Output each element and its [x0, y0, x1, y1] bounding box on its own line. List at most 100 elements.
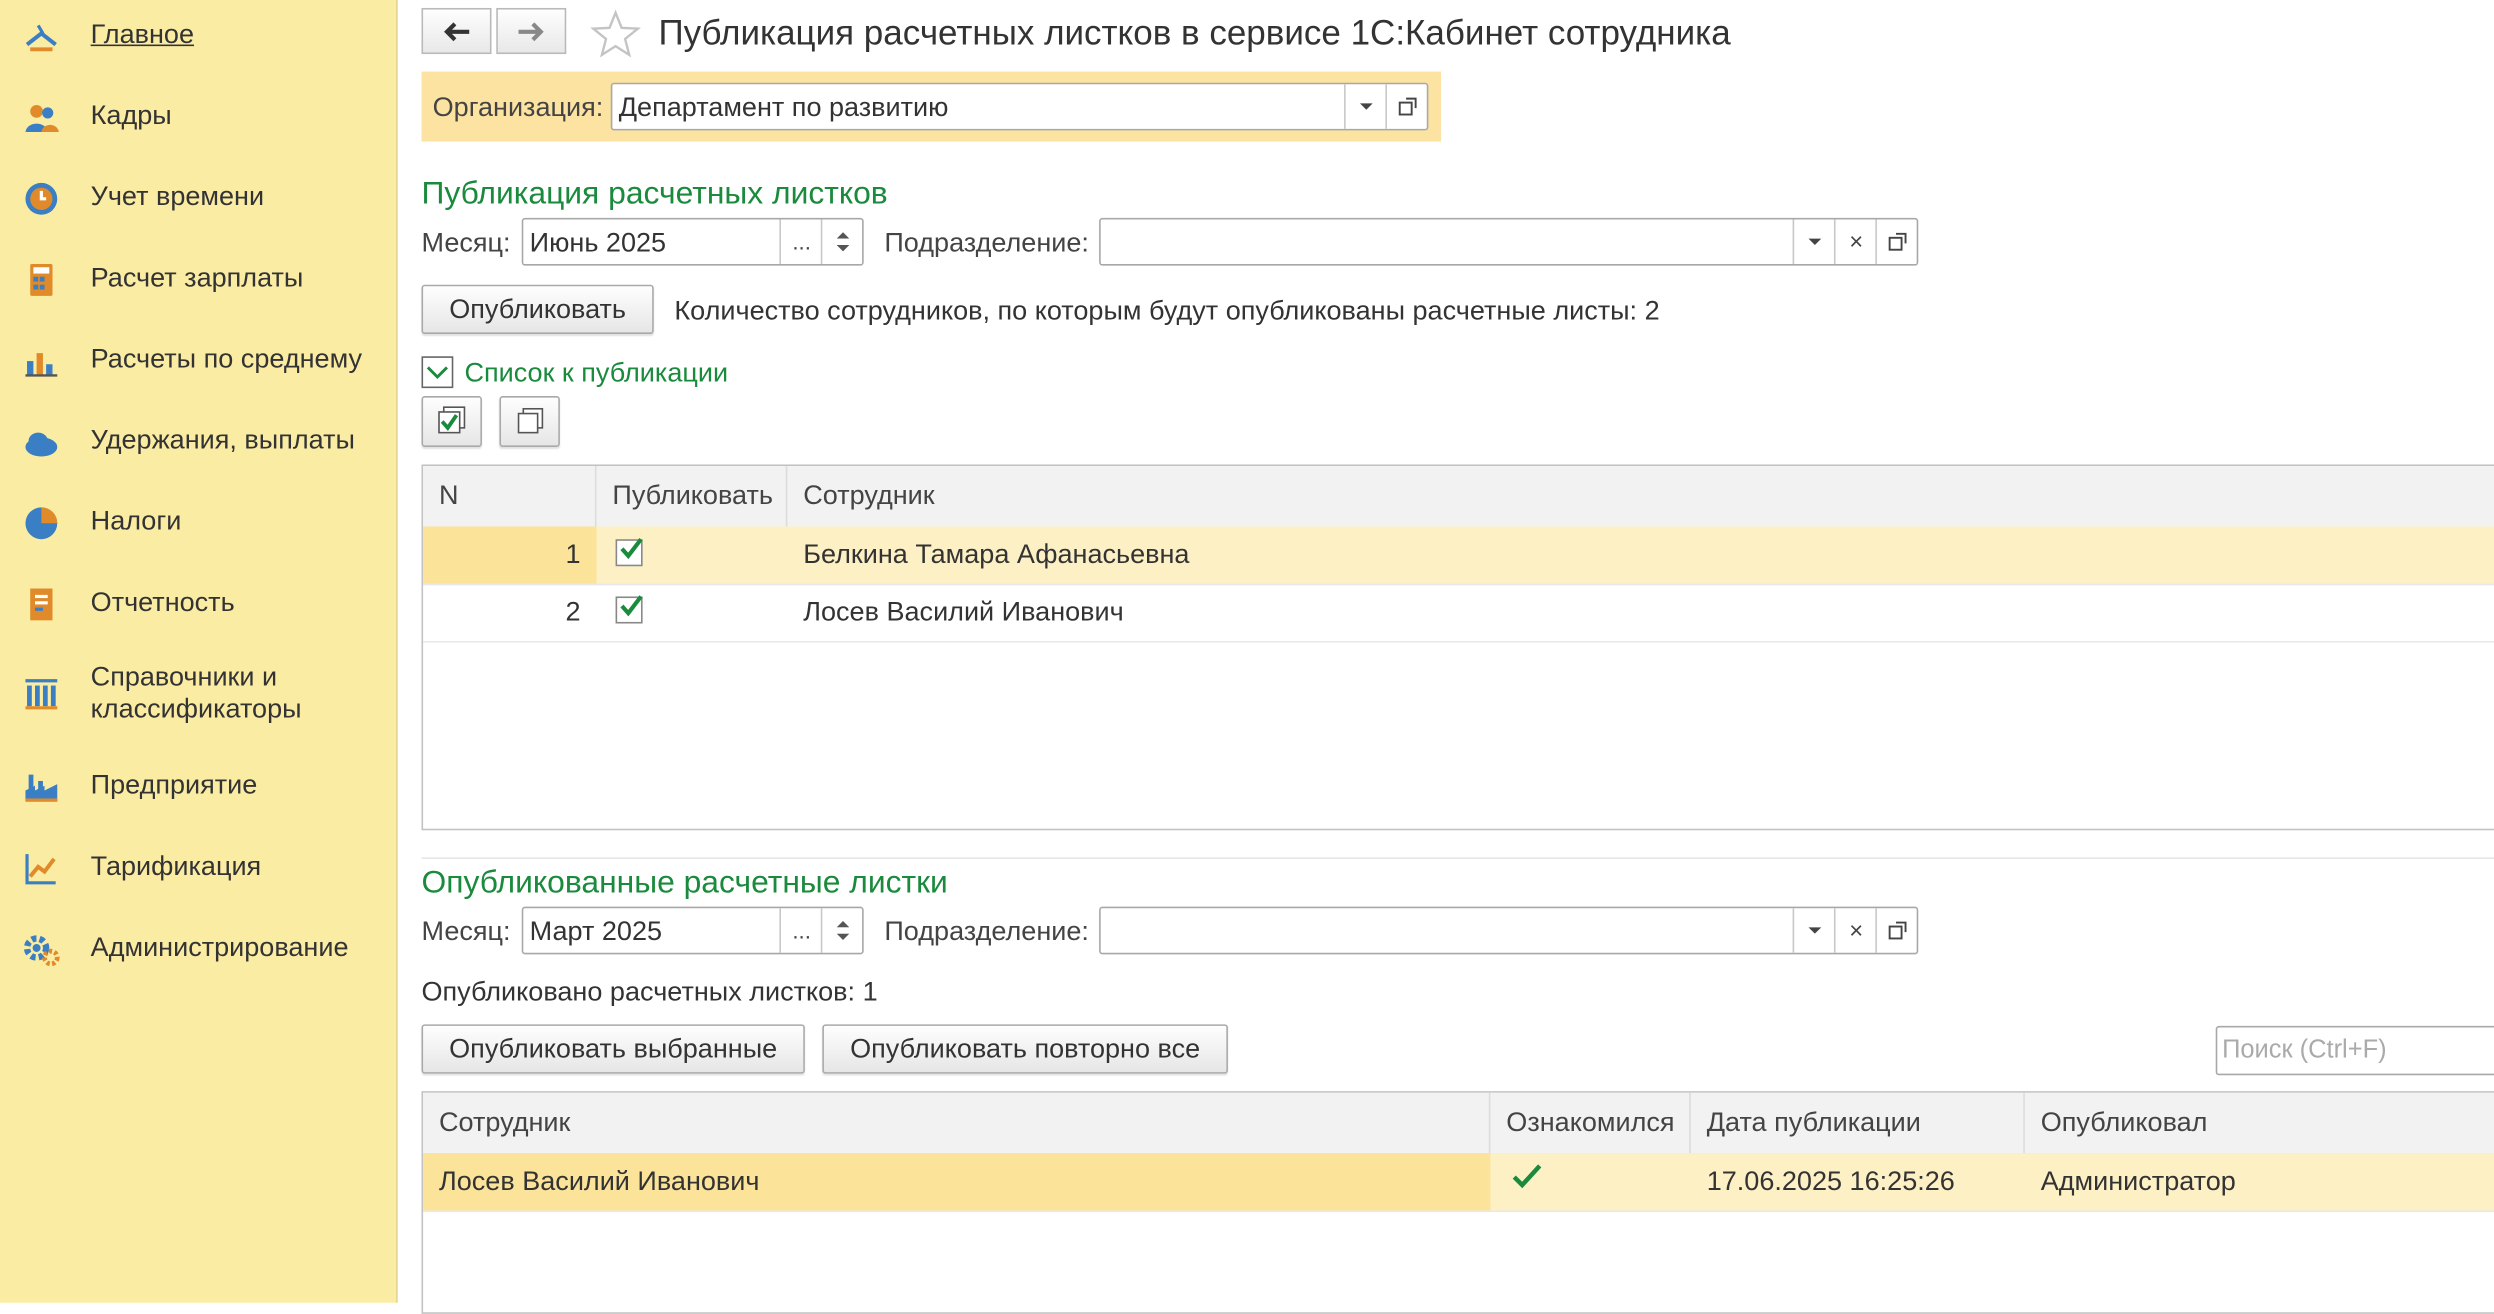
organization-bar: Организация: Департамент по развитию [421, 71, 1442, 142]
sidebar-item-label: Удержания, выплаты [90, 424, 355, 455]
published-month-spinner[interactable] [820, 908, 864, 953]
published-table: Сотрудник Ознакомился Дата публикации Оп… [421, 1091, 2494, 1314]
column-header-publication-date[interactable]: Дата публикации [1691, 1092, 2025, 1154]
report-icon [30, 588, 53, 621]
open-window-icon [1888, 232, 1907, 251]
organization-open-button[interactable] [1385, 84, 1428, 129]
open-window-icon [1398, 97, 1417, 116]
uncheck-all-icon [517, 407, 544, 434]
chevron-down-icon [1808, 238, 1822, 245]
column-header-n[interactable]: N [423, 466, 597, 527]
check-all-button[interactable] [421, 396, 482, 447]
published-month-field[interactable]: Март 2025 ... [521, 906, 864, 955]
table-row[interactable]: Лосев Василий Иванович 17.06.2025 16:25:… [423, 1153, 2494, 1213]
table-row[interactable]: 1 Белкина Тамара Афанасьевна [423, 526, 2494, 586]
page-title: Публикация расчетных листков в сервисе 1… [658, 12, 1731, 53]
ellipsis-icon: ... [792, 917, 811, 944]
bar-chart-icon [25, 353, 58, 377]
main-content: Публикация расчетных листков в сервисе 1… [398, 0, 2494, 1314]
uncheck-all-button[interactable] [499, 396, 560, 447]
published-department-open-button[interactable] [1875, 908, 1918, 953]
publish-checkbox[interactable] [615, 537, 643, 567]
published-department-field[interactable]: × [1099, 906, 1919, 955]
organization-dropdown-button[interactable] [1344, 84, 1387, 129]
published-month-label: Месяц: [421, 916, 511, 947]
sidebar-item-label: Налоги [90, 505, 182, 537]
sidebar-item-label: Справочники и [90, 661, 278, 692]
tariff-icon [25, 854, 56, 885]
divider [421, 857, 2494, 859]
republish-all-button[interactable]: Опубликовать повторно все [822, 1024, 1228, 1074]
sidebar-item-label: Кадры [90, 100, 172, 131]
published-count-text: Опубликовано расчетных листков: 1 [421, 976, 878, 1007]
spin-up-icon [836, 920, 850, 928]
back-button[interactable] [421, 7, 492, 55]
sidebar-item-label: Администрирование [90, 932, 349, 963]
published-month-value: Март 2025 [529, 916, 663, 947]
publication-month-value: Июнь 2025 [529, 227, 667, 258]
sidebar-item-label-2: классификаторы [90, 693, 302, 724]
sidebar-item-label: Расчет зарплаты [90, 262, 304, 293]
published-department-clear-button[interactable]: × [1833, 908, 1877, 953]
arrow-left-icon [444, 21, 470, 41]
list-toggle-checkbox[interactable] [421, 356, 454, 389]
publication-department-label: Подразделение: [884, 227, 1089, 258]
published-department-dropdown-button[interactable] [1792, 908, 1836, 953]
sidebar-item-label: Отчетность [90, 586, 235, 618]
publication-date: 17.06.2025 16:25:26 [1706, 1165, 1955, 1197]
column-header-publish[interactable]: Публиковать [596, 466, 788, 527]
chevron-down-icon [1808, 927, 1822, 934]
list-toggle-label[interactable]: Список к публикации [464, 358, 728, 390]
publication-month-label: Месяц: [421, 227, 511, 258]
sidebar-item-label: Учет времени [90, 181, 265, 212]
organization-field[interactable]: Департамент по развитию [610, 82, 1429, 131]
search-placeholder: Поиск (Ctrl+F) [2222, 1037, 2387, 1065]
publish-button[interactable]: Опубликовать [421, 284, 654, 335]
publication-department-open-button[interactable] [1875, 219, 1918, 265]
row-number: 2 [565, 596, 581, 627]
row-number: 1 [423, 526, 597, 584]
employee-name: Лосев Василий Иванович [803, 596, 1124, 627]
published-section-title: Опубликованные расчетные листки [421, 865, 948, 901]
ellipsis-icon: ... [792, 229, 811, 255]
column-header-acknowledged[interactable]: Ознакомился [1490, 1092, 1691, 1154]
close-icon: × [1849, 228, 1864, 256]
forward-button[interactable] [496, 7, 567, 55]
home-icon [25, 24, 57, 52]
published-month-select-button[interactable]: ... [779, 908, 822, 953]
publication-table: N Публиковать Сотрудник 1 Белкина Тамара… [421, 464, 2494, 831]
column-header-employee[interactable]: Сотрудник [423, 1092, 1491, 1154]
spin-up-icon [836, 232, 850, 239]
employee-name: Белкина Тамара Афанасьевна [803, 539, 1190, 570]
people-icon [25, 104, 59, 133]
publication-department-clear-button[interactable]: × [1833, 219, 1877, 265]
publish-checkbox[interactable] [615, 595, 643, 624]
column-header-publisher[interactable]: Опубликовал [2025, 1093, 2494, 1153]
search-input[interactable]: Поиск (Ctrl+F) [2215, 1025, 2494, 1076]
sidebar-item-catalogs[interactable]: Справочники и классификаторы [0, 660, 396, 730]
table-row[interactable]: 2 Лосев Василий Иванович [423, 584, 2494, 643]
publication-department-dropdown-button[interactable] [1792, 219, 1836, 265]
checkmark-icon [620, 537, 643, 560]
sidebar-item-label: Главное [90, 19, 195, 50]
publication-month-select-button[interactable]: ... [779, 219, 822, 265]
chevron-down-icon [1359, 103, 1373, 110]
sidebar: Главное Кадры Учет времени Расчет зарпла… [0, 0, 398, 1303]
publication-department-field[interactable]: × [1099, 217, 1919, 266]
cloud-icon [25, 432, 58, 457]
publish-selected-button[interactable]: Опубликовать выбранные [421, 1024, 805, 1074]
gear-icon [23, 935, 60, 967]
clock-icon [25, 182, 58, 215]
publication-month-field[interactable]: Июнь 2025 ... [521, 217, 864, 266]
spin-down-icon [836, 244, 850, 252]
column-header-employee[interactable]: Сотрудник [787, 466, 2494, 526]
star-icon[interactable] [590, 9, 642, 58]
calculator-icon [30, 264, 53, 296]
publication-month-spinner[interactable] [820, 219, 864, 265]
sidebar-item-label: Расчеты по среднему [90, 343, 362, 374]
close-icon: × [1849, 916, 1864, 945]
publisher: Администратор [2040, 1165, 2236, 1197]
table-header: N Публиковать Сотрудник [423, 466, 2494, 529]
spin-down-icon [836, 933, 850, 941]
checkmark-icon [1512, 1164, 1542, 1189]
